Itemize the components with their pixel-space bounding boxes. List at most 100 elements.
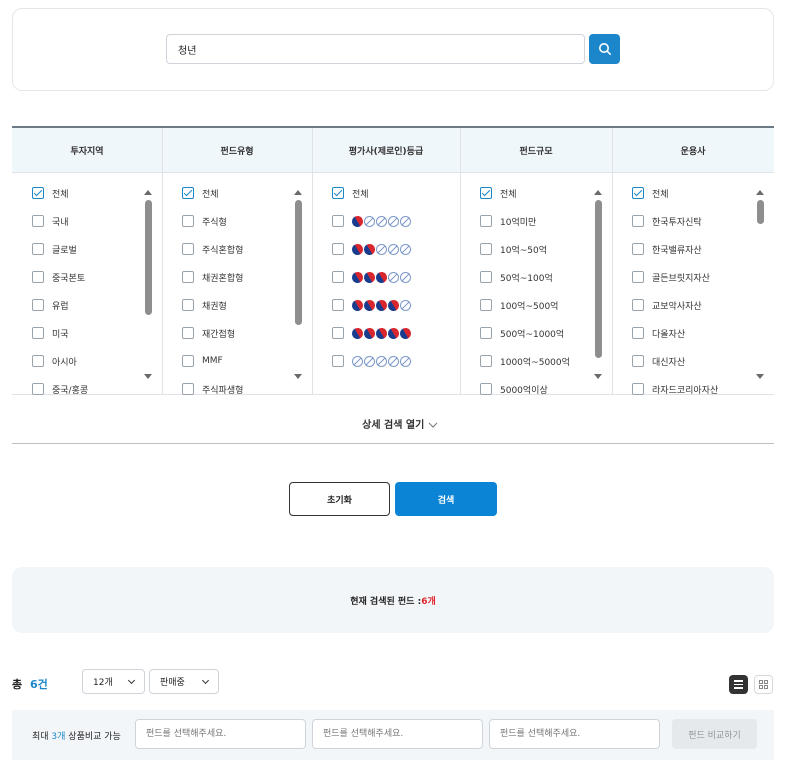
- filter-option[interactable]: 전체: [480, 186, 517, 200]
- checkbox-icon[interactable]: [182, 215, 194, 227]
- scroll-down-arrow-icon[interactable]: [594, 374, 602, 379]
- checkbox-icon[interactable]: [332, 299, 344, 311]
- checkbox-icon[interactable]: [182, 271, 194, 283]
- search-submit-button[interactable]: [589, 34, 620, 64]
- checkbox-icon[interactable]: [32, 383, 44, 395]
- checkbox-icon[interactable]: [632, 215, 644, 227]
- checkbox-icon[interactable]: [332, 243, 344, 255]
- checkbox-checked-icon[interactable]: [480, 187, 492, 199]
- reset-button[interactable]: 초기화: [289, 482, 390, 516]
- checkbox-checked-icon[interactable]: [32, 187, 44, 199]
- filter-option[interactable]: 1000억~5000억: [480, 354, 570, 368]
- filter-option[interactable]: 주식혼합형: [182, 242, 243, 256]
- checkbox-icon[interactable]: [32, 243, 44, 255]
- filter-option[interactable]: 미국: [32, 326, 69, 340]
- search-button[interactable]: 검색: [395, 482, 497, 516]
- filter-option[interactable]: 한국밸류자산: [632, 242, 702, 256]
- checkbox-icon[interactable]: [632, 383, 644, 395]
- filter-option[interactable]: 한국투자신탁: [632, 214, 702, 228]
- checkbox-icon[interactable]: [32, 299, 44, 311]
- scroll-up-arrow-icon[interactable]: [594, 190, 602, 195]
- checkbox-icon[interactable]: [632, 355, 644, 367]
- checkbox-checked-icon[interactable]: [632, 187, 644, 199]
- scroll-down-arrow-icon[interactable]: [144, 374, 152, 379]
- filter-option[interactable]: 10억~50억: [480, 242, 547, 256]
- checkbox-icon[interactable]: [332, 327, 344, 339]
- filter-option[interactable]: [332, 269, 411, 285]
- checkbox-icon[interactable]: [632, 271, 644, 283]
- filter-option[interactable]: 국내: [32, 214, 69, 228]
- filter-option[interactable]: [332, 213, 411, 229]
- scroll-up-arrow-icon[interactable]: [756, 190, 764, 195]
- checkbox-checked-icon[interactable]: [332, 187, 344, 199]
- filter-option[interactable]: [332, 297, 411, 313]
- scrollbar-thumb[interactable]: [594, 200, 602, 358]
- checkbox-icon[interactable]: [32, 215, 44, 227]
- filter-option[interactable]: [332, 325, 414, 341]
- grid-view-icon[interactable]: [754, 675, 773, 694]
- filter-option[interactable]: 대신자산: [632, 354, 685, 368]
- filter-option[interactable]: 다올자산: [632, 326, 685, 340]
- checkbox-icon[interactable]: [182, 355, 194, 367]
- filter-option[interactable]: [332, 241, 411, 257]
- filter-option[interactable]: 50억~100억: [480, 270, 553, 284]
- filter-option[interactable]: 전체: [182, 186, 219, 200]
- filter-option[interactable]: 주식파생형: [182, 382, 243, 395]
- filter-option[interactable]: 라자드코리아자산: [632, 382, 718, 395]
- filter-option[interactable]: [332, 354, 411, 368]
- checkbox-icon[interactable]: [332, 355, 344, 367]
- filter-option[interactable]: 채권혼합형: [182, 270, 243, 284]
- scroll-down-arrow-icon[interactable]: [756, 374, 764, 379]
- checkbox-icon[interactable]: [480, 355, 492, 367]
- filter-option[interactable]: 10억미만: [480, 214, 536, 228]
- filter-option[interactable]: 골든브릿지자산: [632, 270, 710, 284]
- checkbox-icon[interactable]: [32, 327, 44, 339]
- filter-option[interactable]: 교보악사자산: [632, 298, 702, 312]
- filter-option[interactable]: 500억~1000억: [480, 326, 564, 340]
- checkbox-icon[interactable]: [632, 327, 644, 339]
- checkbox-icon[interactable]: [632, 299, 644, 311]
- filter-option[interactable]: 중국/홍콩: [32, 382, 88, 395]
- filter-option[interactable]: 전체: [332, 186, 369, 200]
- compare-fund-input-1[interactable]: [135, 719, 306, 749]
- filter-option[interactable]: 유럽: [32, 298, 69, 312]
- checkbox-icon[interactable]: [182, 383, 194, 395]
- detail-search-toggle[interactable]: 상세 검색 열기: [0, 416, 800, 431]
- filter-option[interactable]: 아시아: [32, 354, 77, 368]
- search-input[interactable]: [166, 34, 585, 64]
- list-view-icon[interactable]: [729, 675, 748, 694]
- sale-status-select[interactable]: 판매중: [149, 669, 219, 694]
- checkbox-icon[interactable]: [32, 271, 44, 283]
- checkbox-icon[interactable]: [182, 299, 194, 311]
- checkbox-icon[interactable]: [480, 271, 492, 283]
- page-size-select[interactable]: 12개: [82, 669, 145, 694]
- scroll-up-arrow-icon[interactable]: [294, 190, 302, 195]
- scroll-up-arrow-icon[interactable]: [144, 190, 152, 195]
- checkbox-icon[interactable]: [632, 243, 644, 255]
- filter-option[interactable]: 주식형: [182, 214, 227, 228]
- filter-option[interactable]: 전체: [632, 186, 669, 200]
- filter-option[interactable]: MMF: [182, 354, 223, 368]
- filter-option[interactable]: 5000억이상: [480, 382, 548, 395]
- checkbox-icon[interactable]: [182, 327, 194, 339]
- filter-option[interactable]: 전체: [32, 186, 69, 200]
- checkbox-icon[interactable]: [332, 215, 344, 227]
- checkbox-icon[interactable]: [480, 243, 492, 255]
- checkbox-icon[interactable]: [480, 299, 492, 311]
- filter-option[interactable]: 재간접형: [182, 326, 235, 340]
- scrollbar-thumb[interactable]: [294, 200, 302, 325]
- checkbox-icon[interactable]: [32, 355, 44, 367]
- compare-button[interactable]: 펀드 비교하기: [672, 719, 757, 749]
- compare-fund-input-3[interactable]: [489, 719, 660, 749]
- checkbox-icon[interactable]: [480, 215, 492, 227]
- checkbox-icon[interactable]: [332, 271, 344, 283]
- filter-option[interactable]: 중국본토: [32, 270, 85, 284]
- scroll-down-arrow-icon[interactable]: [294, 374, 302, 379]
- compare-fund-input-2[interactable]: [312, 719, 483, 749]
- checkbox-checked-icon[interactable]: [182, 187, 194, 199]
- filter-option[interactable]: 글로벌: [32, 242, 77, 256]
- scrollbar-thumb[interactable]: [756, 200, 764, 224]
- checkbox-icon[interactable]: [480, 327, 492, 339]
- filter-option[interactable]: 채권형: [182, 298, 227, 312]
- scrollbar-thumb[interactable]: [144, 200, 152, 315]
